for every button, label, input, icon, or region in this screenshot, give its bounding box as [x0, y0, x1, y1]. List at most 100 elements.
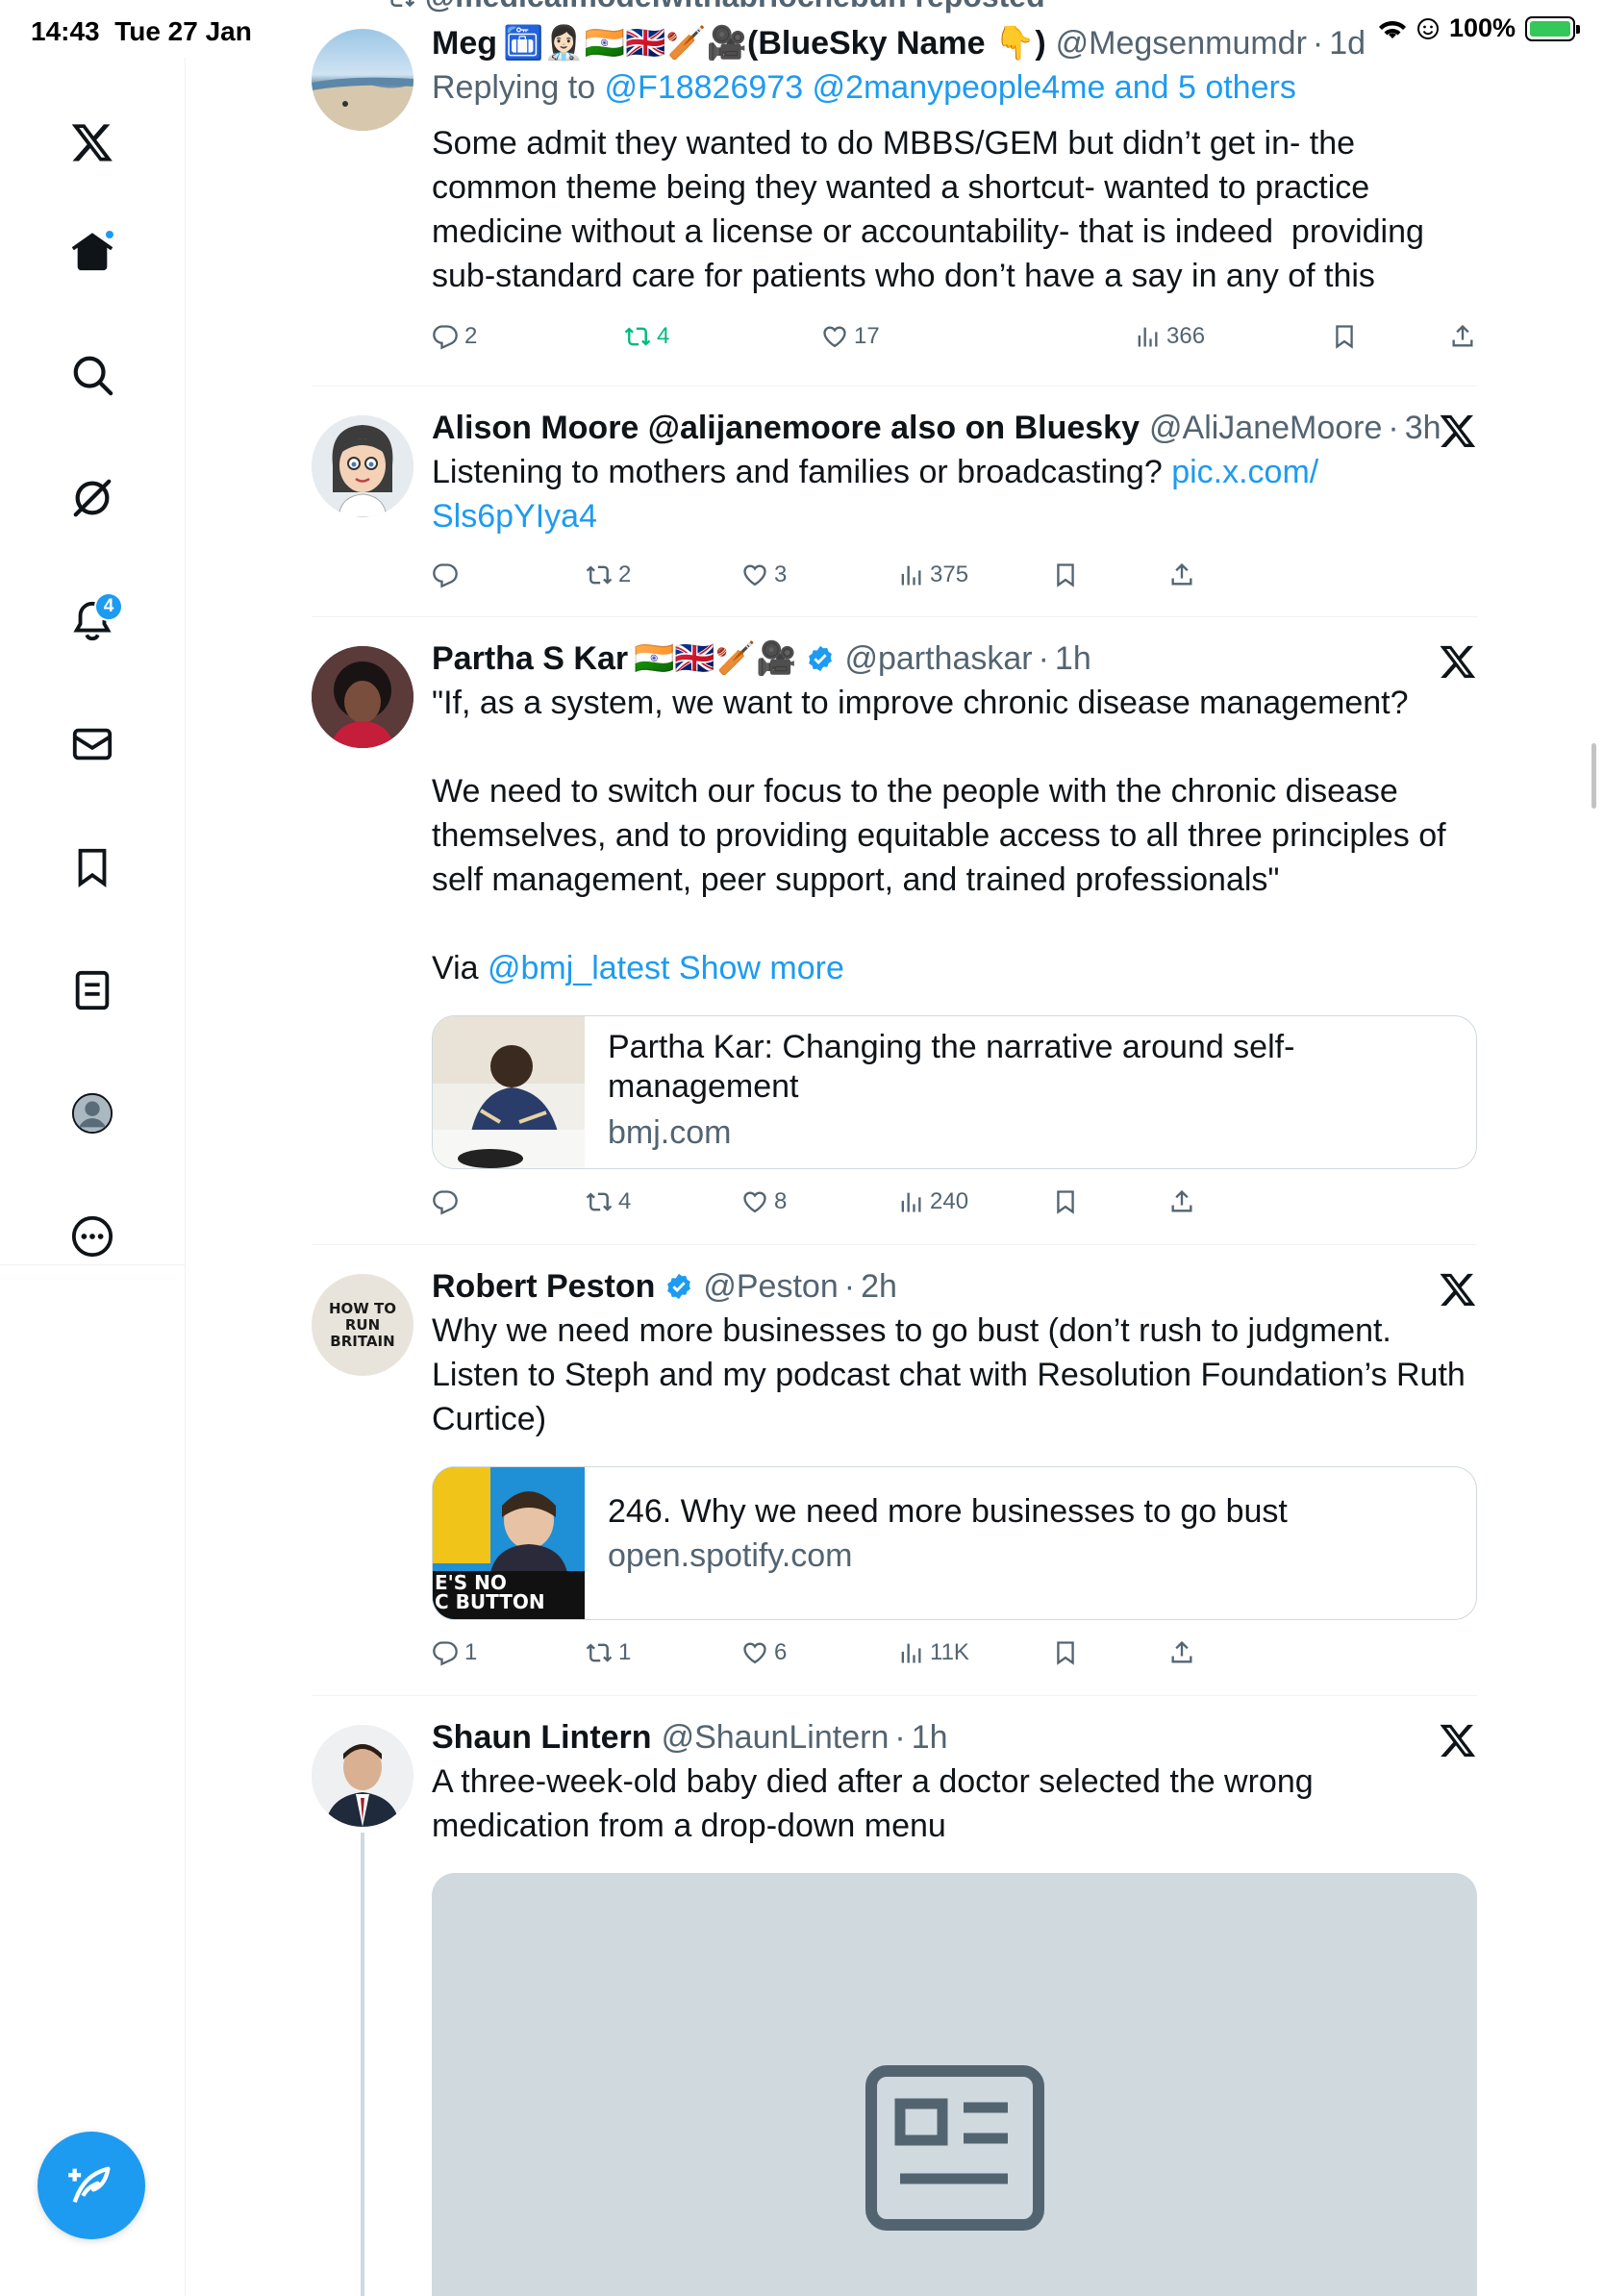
tweet[interactable]: Alison Moore @alijanemoore also on Blues…	[312, 387, 1477, 617]
tweet-time[interactable]: 1h	[1055, 636, 1091, 681]
like-button[interactable]: 8	[741, 1188, 787, 1215]
author-name-emoji: 🇮🇳🇬🇧🏏🎥	[634, 640, 797, 677]
tweet[interactable]: HOW TO RUN BRITAIN Robert Peston @Peston…	[312, 1245, 1477, 1696]
sidebar-item-lists[interactable]	[58, 956, 127, 1025]
sidebar-item-grok[interactable]	[58, 463, 127, 533]
author-name[interactable]: Shaun Lintern	[432, 1715, 652, 1759]
x-logo-icon[interactable]	[1439, 1721, 1477, 1759]
share-button[interactable]	[1449, 323, 1476, 350]
like-button[interactable]: 3	[741, 562, 787, 588]
author-name[interactable]: Partha S Kar	[432, 636, 628, 681]
sidebar-divider	[0, 1264, 186, 1265]
tweet-header: Partha S Kar 🇮🇳🇬🇧🏏🎥 @parthaskar · 1h	[432, 636, 1477, 681]
tweet-text: Some admit they wanted to do MBBS/GEM bu…	[432, 125, 1434, 294]
like-count: 8	[774, 1188, 788, 1214]
link-card-text: Partha Kar: Changing the narrative aroun…	[608, 1028, 1457, 1155]
sidebar-item-profile[interactable]	[58, 1079, 127, 1148]
avatar[interactable]	[312, 29, 414, 131]
tweet-time[interactable]: 2h	[861, 1264, 897, 1309]
heart-icon	[743, 564, 766, 586]
repost-button[interactable]: 2	[586, 562, 631, 588]
share-button[interactable]	[1168, 1639, 1195, 1666]
author-handle[interactable]: @parthaskar	[844, 636, 1032, 681]
repost-button[interactable]: 1	[586, 1639, 631, 1666]
reply-button[interactable]: 2	[432, 323, 477, 350]
reply-button[interactable]: 1	[432, 1639, 477, 1666]
avatar[interactable]	[312, 646, 414, 748]
views-chart-icon	[901, 1192, 921, 1212]
tweet[interactable]: Meg 🛅👩🏻‍⚕️🇮🇳🇬🇧🏏🎥(BlueSky Name 👇) @Megsen…	[312, 0, 1477, 387]
link-card[interactable]: E'S NO C BUTTON 246. Why we need more bu…	[432, 1466, 1477, 1620]
author-handle[interactable]: @ShaunLintern	[662, 1715, 890, 1759]
like-button[interactable]: 6	[741, 1639, 787, 1666]
sidebar-item-explore[interactable]	[58, 340, 127, 410]
tweet[interactable]: Shaun Lintern @ShaunLintern · 1h A three…	[312, 1696, 1477, 2296]
author-handle[interactable]: @AliJaneMoore	[1149, 406, 1382, 450]
sidebar-item-more[interactable]	[58, 1202, 127, 1271]
share-icon	[1452, 324, 1473, 347]
tweet[interactable]: Partha S Kar 🇮🇳🇬🇧🏏🎥 @parthaskar · 1h "If…	[312, 617, 1477, 1245]
avatar[interactable]	[312, 1725, 414, 1827]
x-logo-icon[interactable]	[1439, 1270, 1477, 1309]
x-logo-icon[interactable]	[1439, 412, 1477, 450]
bookmark-icon	[1057, 563, 1074, 587]
bookmark-icon	[78, 848, 107, 888]
show-more-link[interactable]: Show more	[679, 950, 844, 986]
repost-button[interactable]: 4	[624, 323, 669, 350]
avatar[interactable]	[312, 415, 414, 517]
views-button[interactable]: 240	[897, 1188, 968, 1215]
reply-button[interactable]	[432, 562, 464, 588]
views-button[interactable]: 11K	[897, 1639, 969, 1666]
like-count: 17	[854, 323, 880, 349]
link-card[interactable]: Partha Kar: Changing the narrative aroun…	[432, 1015, 1477, 1169]
separator-dot: ·	[843, 1268, 856, 1305]
sidebar: 4	[0, 58, 186, 2296]
tweet-time[interactable]: 1d	[1329, 21, 1366, 65]
repost-button[interactable]: 4	[586, 1188, 631, 1215]
author-name[interactable]: Meg	[432, 21, 497, 65]
author-handle[interactable]: @Peston	[703, 1264, 838, 1309]
article-media-placeholder[interactable]	[432, 1873, 1477, 2296]
battery-icon	[1525, 15, 1580, 41]
like-button[interactable]: 17	[821, 323, 880, 350]
author-name[interactable]: Alison Moore @alijanemoore also on Blues…	[432, 406, 1140, 450]
x-logo-icon	[71, 124, 113, 162]
sidebar-item-messages[interactable]	[58, 710, 127, 779]
tweet-body: Partha S Kar 🇮🇳🇬🇧🏏🎥 @parthaskar · 1h "If…	[432, 636, 1477, 990]
views-chart-icon	[901, 1643, 921, 1663]
tweet-body: Alison Moore @alijanemoore also on Blues…	[432, 406, 1477, 538]
replying-to-links[interactable]: @F18826973 @2manypeople4me and 5 others	[605, 69, 1296, 106]
x-logo-home[interactable]	[58, 108, 127, 177]
x-logo-icon[interactable]	[1439, 642, 1477, 681]
tweet-actions: 4 8 240	[432, 1188, 1374, 1227]
bookmark-button[interactable]	[1052, 562, 1079, 588]
tweet-body: Robert Peston @Peston · 2h Why we need m…	[432, 1264, 1477, 1441]
bookmark-button[interactable]	[1052, 1639, 1079, 1666]
author-handle[interactable]: @Megsenmumdr	[1056, 21, 1307, 65]
thread-line	[361, 1833, 364, 2296]
link-card-title: Partha Kar: Changing the narrative aroun…	[608, 1029, 1295, 1105]
reply-icon	[433, 563, 458, 588]
author-name[interactable]: Robert Peston	[432, 1264, 655, 1309]
sidebar-item-home[interactable]	[58, 217, 127, 287]
tweet-time[interactable]: 3h	[1405, 406, 1441, 450]
verified-badge-icon	[809, 645, 833, 672]
reply-button[interactable]	[432, 1188, 464, 1215]
bookmark-button[interactable]	[1052, 1188, 1079, 1215]
tweet-actions: 2 3 375	[432, 562, 1374, 600]
bookmark-button[interactable]	[1331, 323, 1358, 350]
views-button[interactable]: 375	[897, 562, 968, 588]
sidebar-item-bookmarks[interactable]	[58, 833, 127, 902]
views-button[interactable]: 366	[1134, 323, 1205, 350]
tweet-time[interactable]: 1h	[912, 1715, 948, 1759]
share-button[interactable]	[1168, 1188, 1195, 1215]
scrollbar[interactable]	[1591, 743, 1596, 809]
compose-post-button[interactable]	[38, 2132, 145, 2239]
share-button[interactable]	[1168, 562, 1195, 588]
notifications-badge: 4	[94, 592, 123, 621]
like-count: 3	[774, 562, 788, 587]
sidebar-item-notifications[interactable]: 4	[58, 586, 127, 656]
repost-icon	[586, 1192, 613, 1211]
mention-link[interactable]: @bmj_latest	[488, 950, 669, 986]
avatar[interactable]: HOW TO RUN BRITAIN	[312, 1274, 414, 1376]
